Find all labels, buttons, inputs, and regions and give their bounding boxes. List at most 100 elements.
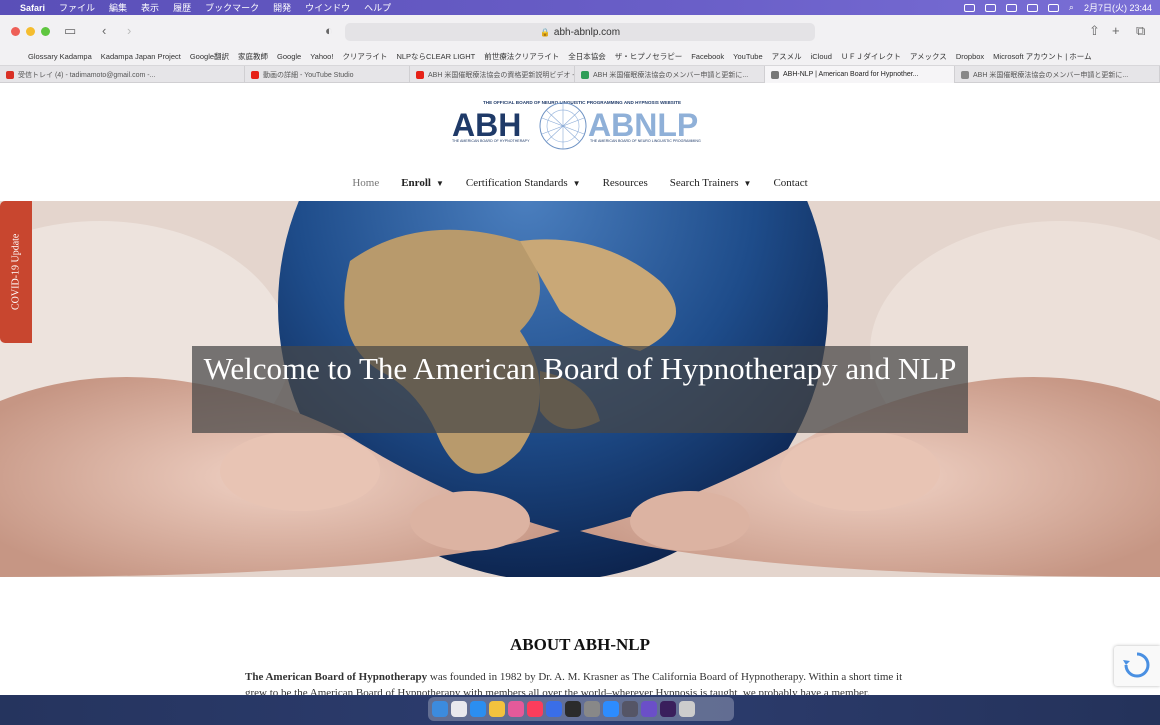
bookmark-item[interactable]: Google翻訳 (190, 51, 229, 62)
hero-title: Welcome to The American Board of Hypnoth… (192, 346, 968, 433)
forward-icon[interactable]: › (127, 23, 131, 38)
recaptcha-badge[interactable] (1114, 646, 1160, 686)
lock-icon: 🔒 (539, 27, 550, 37)
tab-label: ABH 米国催眠療法協会のメンバー申請と更新に... (593, 71, 749, 79)
back-icon[interactable]: ‹ (102, 23, 106, 38)
app-store-icon[interactable] (546, 701, 562, 717)
music-icon[interactable] (527, 701, 543, 717)
browser-tab[interactable]: ABH 米国催眠療法協会のメンバー申請と更新に... (575, 66, 765, 83)
browser-tab[interactable]: 受信トレイ (4) - tadimamoto@gmail.com -... (0, 66, 245, 83)
nav-home[interactable]: Home (352, 177, 379, 189)
browser-tab[interactable]: ABH 米国催眠療法協会のメンバー申請と更新に... (955, 66, 1160, 83)
wifi-icon[interactable] (984, 3, 996, 12)
chrome-icon[interactable] (489, 701, 505, 717)
final-cut-icon[interactable] (565, 701, 581, 717)
bookmark-item[interactable]: YouTube (733, 52, 762, 61)
nav-resources[interactable]: Resources (603, 177, 648, 189)
bookmark-item[interactable]: Yahoo! (310, 52, 333, 61)
battery-icon[interactable] (1005, 3, 1017, 12)
tab-label: ABH 米国催眠療法協会の資格更新説明ビデオ -... (428, 71, 575, 79)
trash-icon[interactable] (679, 701, 695, 717)
menu-help[interactable]: ヘルプ (364, 1, 391, 14)
site-logo[interactable]: THE OFFICIAL BOARD OF NEURO LINGUISTIC P… (450, 98, 714, 154)
chevron-down-icon: ▼ (572, 178, 581, 188)
bookmark-item[interactable]: アスメル (772, 51, 802, 62)
nav-certification-label: Certification Standards (465, 177, 568, 189)
bookmark-item[interactable]: iCloud (811, 52, 832, 61)
logo-abnlp: ABNLP (588, 107, 698, 143)
tab-favicon-icon (771, 70, 779, 79)
search-icon[interactable]: ⌕ (1069, 2, 1074, 13)
photos-icon[interactable] (508, 701, 524, 717)
bookmark-item[interactable]: 全日本協会 (568, 51, 606, 62)
chevron-down-icon: ▼ (435, 178, 444, 188)
menu-history[interactable]: 履歴 (173, 1, 191, 14)
nav-certification[interactable]: Certification Standards ▼ (466, 177, 581, 189)
tab-favicon-icon (961, 70, 969, 79)
bookmark-item[interactable]: Kadampa Japan Project (101, 52, 181, 61)
dropbox-icon[interactable] (963, 3, 975, 12)
bookmark-item[interactable]: 家庭教師 (238, 51, 268, 62)
imovie-icon[interactable] (641, 701, 657, 717)
browser-tab[interactable]: ABH 米国催眠療法協会の資格更新説明ビデオ -... (410, 66, 575, 83)
menu-view[interactable]: 表示 (141, 1, 159, 14)
tab-label: 受信トレイ (4) - tadimamoto@gmail.com -... (18, 71, 156, 79)
share-icon[interactable]: ⇧ (1089, 23, 1100, 39)
bookmark-item[interactable]: アメックス (910, 51, 947, 62)
sidebar-icon[interactable]: ▭ (64, 23, 76, 39)
menu-edit[interactable]: 編集 (109, 1, 127, 14)
volume-icon[interactable] (1047, 3, 1059, 12)
menu-develop[interactable]: 開発 (273, 1, 291, 14)
browser-tab[interactable]: ABH-NLP | American Board for Hypnother..… (765, 66, 955, 83)
bookmark-item[interactable]: 前世療法クリアライト (484, 51, 559, 62)
nav-enroll-label: Enroll (401, 177, 431, 189)
launchpad-icon[interactable] (451, 701, 467, 717)
bookmark-item[interactable]: Glossary Kadampa (28, 52, 92, 61)
zoom-icon[interactable] (603, 701, 619, 717)
tab-favicon-icon (416, 70, 424, 79)
bookmark-item[interactable]: Google (277, 52, 301, 61)
close-window-icon[interactable] (11, 27, 20, 36)
logo-abnlp-subtitle: THE AMERICAN BOARD OF NEURO LINGUISTIC P… (590, 139, 701, 143)
finder-icon[interactable] (432, 701, 448, 717)
quicktime-icon[interactable] (622, 701, 638, 717)
new-tab-icon[interactable]: + (1112, 23, 1120, 38)
bookmark-item[interactable]: NLPならCLEAR LIGHT (396, 51, 475, 62)
minimize-window-icon[interactable] (26, 27, 35, 36)
safari-icon[interactable] (470, 701, 486, 717)
about-paragraph: The American Board of Hypnotherapy was f… (245, 669, 925, 695)
zoom-window-icon[interactable] (41, 27, 50, 36)
tab-bar: 受信トレイ (4) - tadimamoto@gmail.com -... 動画の… (0, 65, 1160, 83)
about-heading: ABOUT ABH-NLP (510, 635, 650, 654)
url-text: abh-abnlp.com (553, 26, 621, 38)
bookmark-item[interactable]: ザ・ヒプノセラピー (615, 51, 683, 62)
tab-favicon-icon (6, 70, 14, 79)
nav-search-trainers[interactable]: Search Trainers ▼ (670, 177, 752, 189)
menu-safari[interactable]: Safari (20, 3, 45, 13)
tab-favicon-icon (251, 70, 259, 79)
system-preferences-icon[interactable] (584, 701, 600, 717)
nav-enroll[interactable]: Enroll ▼ (401, 177, 444, 189)
browser-tab[interactable]: 動画の詳細 - YouTube Studio (245, 66, 410, 83)
bookmark-item[interactable]: Microsoft アカウント | ホーム (993, 51, 1091, 62)
privacy-shield-icon[interactable]: ◐ (325, 23, 333, 38)
menu-window[interactable]: ウインドウ (305, 1, 350, 14)
macos-menubar: Safari ファイル 編集 表示 履歴 ブックマーク 開発 ウインドウ ヘルプ… (0, 0, 1160, 15)
clock[interactable]: 2月7日(火) 23:44 (1084, 1, 1152, 14)
tab-favicon-icon (581, 70, 589, 79)
dreamweaver-icon[interactable] (660, 701, 676, 717)
bookmark-item[interactable]: Facebook (691, 52, 724, 61)
bookmark-item[interactable]: ＵＦＪダイレクト (841, 51, 901, 62)
covid-update-tab[interactable]: COVID-19 Update (0, 201, 32, 343)
menu-bookmarks[interactable]: ブックマーク (205, 1, 259, 14)
address-bar[interactable]: 🔒 abh-abnlp.com (345, 23, 815, 41)
browser-toolbar: ▭ ‹ › ◐ 🔒 abh-abnlp.com ⇧ + ⧉ (0, 15, 1160, 48)
bluetooth-icon[interactable] (1026, 3, 1038, 12)
bookmark-item[interactable]: Dropbox (956, 52, 984, 61)
tab-label: ABH 米国催眠療法協会のメンバー申請と更新に... (973, 71, 1129, 79)
tab-overview-icon[interactable]: ⧉ (1136, 23, 1145, 39)
recaptcha-icon (1123, 652, 1150, 678)
menu-file[interactable]: ファイル (59, 1, 95, 14)
bookmark-item[interactable]: クリアライト (342, 51, 387, 62)
nav-contact[interactable]: Contact (773, 177, 807, 189)
